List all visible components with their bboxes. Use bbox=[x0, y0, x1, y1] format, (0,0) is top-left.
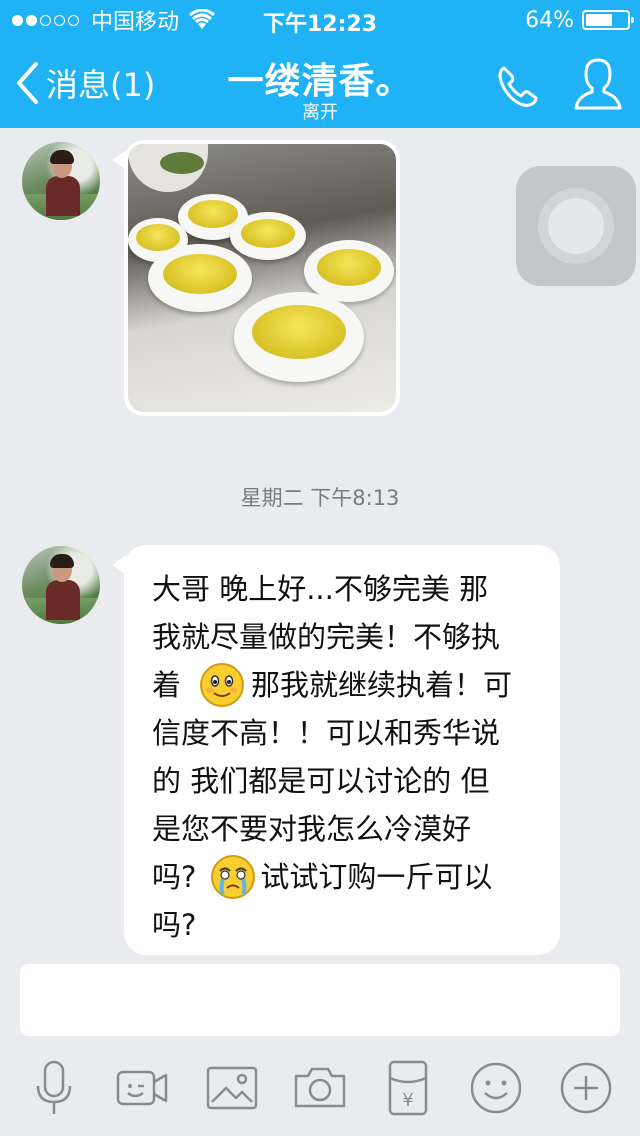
voice-button[interactable] bbox=[26, 1060, 82, 1116]
status-bar: 中国移动 下午12:23 64% bbox=[0, 0, 640, 40]
emoji-button[interactable] bbox=[468, 1060, 524, 1116]
smile-emoji-icon bbox=[200, 663, 245, 707]
image-icon bbox=[206, 1066, 258, 1110]
svg-text:¥: ¥ bbox=[402, 1090, 413, 1111]
more-button[interactable] bbox=[558, 1060, 614, 1116]
battery-icon bbox=[582, 10, 634, 30]
crying-emoji-icon bbox=[211, 855, 256, 899]
message-line: 是您不要对我怎么冷漠好 bbox=[152, 812, 472, 846]
tea-cups-photo bbox=[128, 144, 396, 412]
message-line: 我就尽量做的完美！不够执 bbox=[152, 620, 501, 654]
emoji-icon bbox=[470, 1062, 522, 1114]
plus-icon bbox=[560, 1062, 612, 1114]
text-message[interactable]: 大哥 晚上好...不够完美 那 我就尽量做的完美！不够执 着 那我就继续执着！可… bbox=[112, 545, 560, 955]
red-packet-button[interactable]: ¥ bbox=[380, 1060, 436, 1116]
assistive-touch-button[interactable] bbox=[516, 166, 636, 286]
message-timestamp: 星期二 下午8:13 bbox=[240, 486, 400, 510]
message-line: 吗? 试试订购一斤可以 bbox=[152, 853, 534, 901]
image-button[interactable] bbox=[204, 1060, 260, 1116]
chat-title: 一缕清香。 bbox=[227, 61, 413, 102]
contact-avatar[interactable] bbox=[22, 142, 100, 220]
message-input[interactable] bbox=[20, 964, 620, 1036]
contact-status: 离开 bbox=[302, 102, 338, 123]
message-fragment: 那我就继续执着！可 bbox=[251, 668, 513, 702]
red-packet-icon: ¥ bbox=[388, 1060, 428, 1116]
battery-percent: 64% bbox=[525, 7, 574, 33]
message-line: 大哥 晚上好...不够完美 那 bbox=[152, 572, 489, 606]
camera-icon bbox=[294, 1067, 346, 1108]
message-line: 着 那我就继续执着！可 bbox=[152, 661, 534, 709]
contact-profile-icon[interactable] bbox=[572, 56, 624, 112]
video-call-icon bbox=[116, 1070, 168, 1106]
message-fragment: 着 bbox=[152, 668, 182, 702]
phone-icon[interactable] bbox=[494, 62, 542, 110]
image-message[interactable] bbox=[112, 140, 400, 416]
contact-avatar[interactable] bbox=[22, 546, 100, 624]
message-fragment: 吗? bbox=[152, 860, 197, 894]
nav-bar: 消息(1) 一缕清香。 离开 bbox=[0, 40, 640, 128]
message-line: 的 我们都是可以讨论的 但 bbox=[152, 764, 490, 798]
camera-button[interactable] bbox=[292, 1060, 348, 1116]
video-call-button[interactable] bbox=[114, 1060, 170, 1116]
microphone-icon bbox=[36, 1060, 72, 1114]
message-line: 信度不高！！可以和秀华说 bbox=[152, 716, 501, 750]
input-toolbar: ¥ bbox=[0, 1036, 640, 1136]
message-fragment: 试试订购一斤可以 bbox=[260, 860, 493, 894]
message-line: 吗? bbox=[152, 908, 197, 942]
